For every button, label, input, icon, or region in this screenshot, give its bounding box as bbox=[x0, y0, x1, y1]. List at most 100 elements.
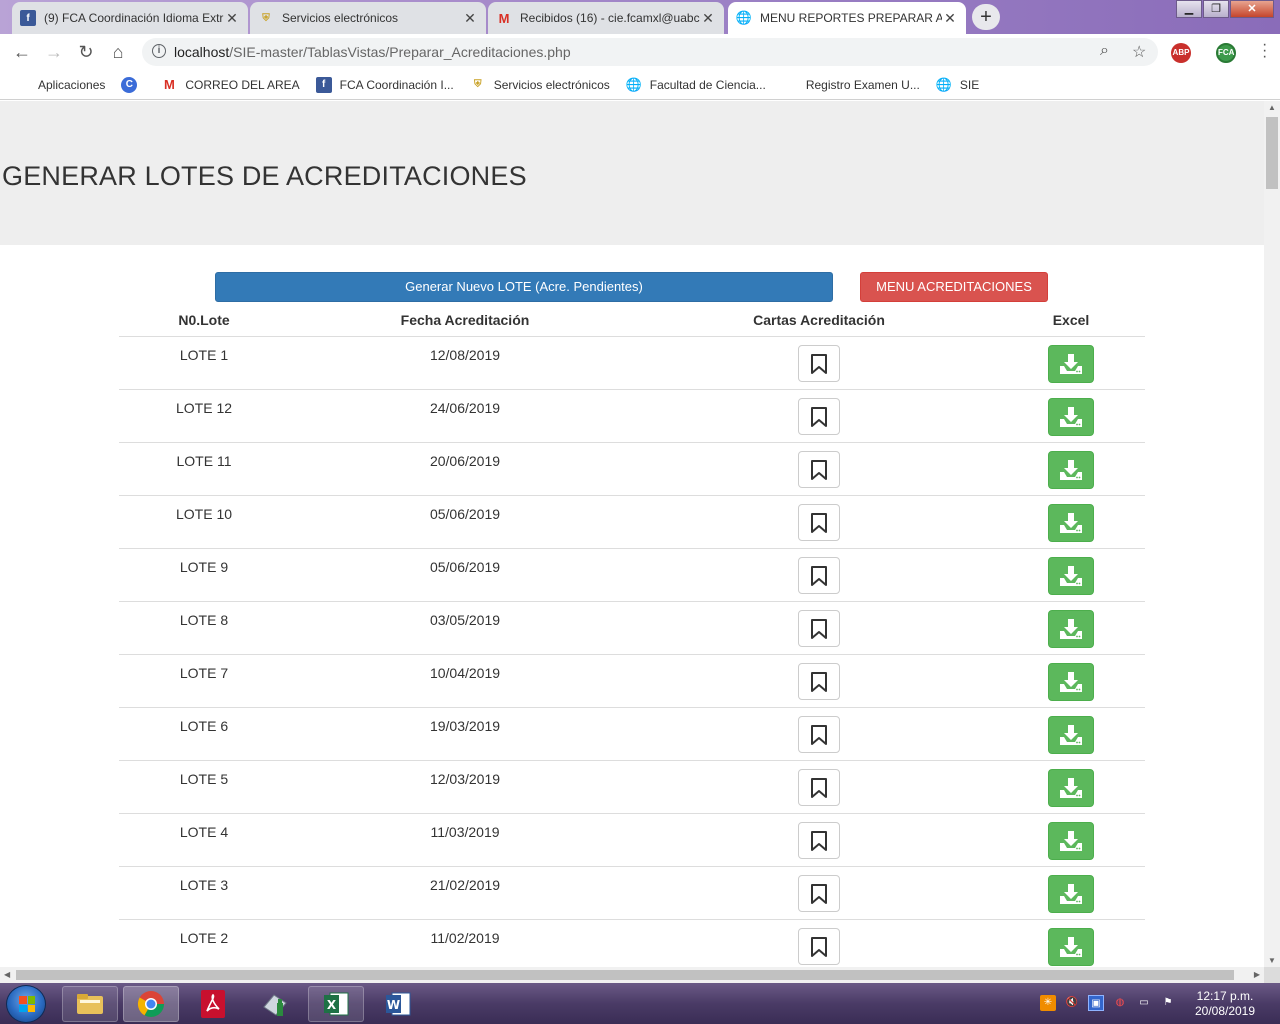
cartas-acreditacion-button[interactable] bbox=[798, 663, 840, 700]
fca-avatar-icon[interactable]: FCA bbox=[1216, 43, 1236, 63]
taskbar-setup-tool[interactable] bbox=[247, 986, 303, 1022]
close-icon[interactable]: ✕ bbox=[224, 10, 240, 27]
shield-crest-icon: ⛨ bbox=[473, 79, 482, 90]
cartas-acreditacion-button[interactable] bbox=[798, 398, 840, 435]
horizontal-scroll-thumb[interactable] bbox=[16, 970, 1234, 980]
file-explorer-icon bbox=[77, 994, 103, 1014]
network-icon[interactable]: ▣ bbox=[1088, 995, 1104, 1011]
globe-icon: 🌐 bbox=[935, 76, 952, 92]
home-icon[interactable]: ⌂ bbox=[106, 40, 130, 64]
excel-download-button[interactable] bbox=[1048, 345, 1094, 383]
flag-icon[interactable]: ⚑ bbox=[1160, 995, 1176, 1011]
scroll-up-icon[interactable]: ▲ bbox=[1268, 103, 1276, 112]
cartas-acreditacion-button[interactable] bbox=[798, 822, 840, 859]
excel-download-button[interactable] bbox=[1048, 928, 1094, 966]
lote-number: LOTE 7 bbox=[179, 665, 229, 681]
security-shield-icon[interactable]: ◍ bbox=[1112, 995, 1128, 1011]
kebab-menu-icon[interactable]: · · · bbox=[1262, 37, 1267, 65]
cartas-acreditacion-button[interactable] bbox=[798, 504, 840, 541]
tab-title: MENU REPORTES PREPARAR ACR bbox=[760, 11, 942, 25]
lote-date: 05/06/2019 bbox=[429, 506, 501, 522]
info-icon[interactable]: i bbox=[152, 44, 166, 58]
cartas-acreditacion-button[interactable] bbox=[798, 345, 840, 382]
bookmark-c[interactable]: C bbox=[121, 76, 145, 93]
close-icon[interactable]: ✕ bbox=[942, 10, 958, 27]
tab-servicios[interactable]: ⛨ Servicios electrónicos ✕ bbox=[250, 2, 486, 34]
reload-icon[interactable]: ↻ bbox=[74, 40, 98, 64]
table-row: LOTE 7 10/04/2019 bbox=[119, 655, 1145, 708]
generate-new-lote-button[interactable]: Generar Nuevo LOTE (Acre. Pendientes) bbox=[215, 272, 833, 302]
scroll-down-icon[interactable]: ▼ bbox=[1268, 956, 1276, 965]
scroll-right-icon[interactable]: ▶ bbox=[1254, 970, 1260, 979]
taskbar-chrome[interactable] bbox=[123, 986, 179, 1022]
volume-muted-icon[interactable]: 🔇 bbox=[1064, 995, 1080, 1011]
taskbar-acrobat[interactable] bbox=[185, 986, 241, 1022]
excel-download-button[interactable] bbox=[1048, 822, 1094, 860]
zoom-search-icon[interactable]: ⌕ bbox=[1100, 42, 1109, 60]
cartas-acreditacion-button[interactable] bbox=[798, 451, 840, 488]
start-button[interactable] bbox=[6, 985, 46, 1023]
close-icon[interactable]: ✕ bbox=[700, 10, 716, 27]
cartas-acreditacion-button[interactable] bbox=[798, 716, 840, 753]
address-bar[interactable]: i localhost/SIE-master/TablasVistas/Prep… bbox=[142, 38, 1158, 66]
excel-download-button[interactable] bbox=[1048, 769, 1094, 807]
maximize-button[interactable]: ❐ bbox=[1203, 0, 1229, 18]
page-viewport: GENERAR LOTES DE ACREDITACIONES Generar … bbox=[0, 101, 1264, 967]
cartas-acreditacion-button[interactable] bbox=[798, 769, 840, 806]
excel-download-button[interactable] bbox=[1048, 610, 1094, 648]
lote-date: 03/05/2019 bbox=[429, 612, 501, 628]
forward-arrow-icon[interactable]: → bbox=[42, 40, 66, 64]
cartas-acreditacion-button[interactable] bbox=[798, 928, 840, 965]
star-icon[interactable]: ☆ bbox=[1132, 42, 1146, 62]
bookmark-fca[interactable]: f FCA Coordinación I... bbox=[315, 76, 454, 93]
bookmark-servicios[interactable]: ⛨ Servicios electrónicos bbox=[470, 77, 610, 93]
bookmark-registro[interactable]: Registro Examen U... bbox=[782, 77, 920, 93]
minimize-button[interactable]: ▁ bbox=[1176, 0, 1202, 18]
chrome-icon bbox=[137, 991, 165, 1018]
lote-date: 11/02/2019 bbox=[430, 930, 500, 946]
cartas-acreditacion-button[interactable] bbox=[798, 557, 840, 594]
lote-date: 12/03/2019 bbox=[429, 771, 501, 787]
clock-time: 12:17 p.m. bbox=[1196, 989, 1254, 1003]
xampp-icon[interactable]: ✳ bbox=[1040, 995, 1056, 1011]
taskbar-file-explorer[interactable] bbox=[62, 986, 118, 1022]
taskbar-excel[interactable]: X bbox=[308, 986, 364, 1022]
url-text[interactable]: localhost/SIE-master/TablasVistas/Prepar… bbox=[174, 44, 571, 60]
excel-download-button[interactable] bbox=[1048, 504, 1094, 542]
new-tab-button[interactable]: + bbox=[972, 4, 1000, 30]
excel-download-button[interactable] bbox=[1048, 716, 1094, 754]
vertical-scroll-thumb[interactable] bbox=[1266, 117, 1278, 189]
table-row: LOTE 3 21/02/2019 bbox=[119, 867, 1145, 920]
tab-facebook[interactable]: f (9) FCA Coordinación Idioma Extr ✕ bbox=[12, 2, 248, 34]
table-row: LOTE 11 20/06/2019 bbox=[119, 443, 1145, 496]
adblock-plus-icon[interactable]: ABP bbox=[1171, 43, 1191, 63]
excel-download-button[interactable] bbox=[1048, 875, 1094, 913]
menu-acreditaciones-button[interactable]: MENU ACREDITACIONES bbox=[860, 272, 1048, 302]
close-window-button[interactable]: ✕ bbox=[1230, 0, 1274, 18]
lote-number: LOTE 8 bbox=[179, 612, 229, 628]
excel-download-button[interactable] bbox=[1048, 398, 1094, 436]
vertical-scrollbar[interactable]: ▲ ▼ bbox=[1264, 101, 1280, 967]
table-row: LOTE 12 24/06/2019 bbox=[119, 390, 1145, 443]
scroll-left-icon[interactable]: ◀ bbox=[4, 970, 10, 979]
bookmark-sie[interactable]: 🌐 SIE bbox=[936, 77, 979, 93]
taskbar-clock[interactable]: 12:17 p.m. 20/08/2019 bbox=[1180, 989, 1270, 1019]
excel-download-button[interactable] bbox=[1048, 451, 1094, 489]
excel-download-button[interactable] bbox=[1048, 557, 1094, 595]
cartas-acreditacion-button[interactable] bbox=[798, 875, 840, 912]
back-arrow-icon[interactable]: ← bbox=[10, 40, 34, 64]
tab-menu-reportes[interactable]: 🌐 MENU REPORTES PREPARAR ACR ✕ bbox=[728, 2, 966, 34]
header-excel: Excel bbox=[1052, 312, 1090, 328]
tab-gmail[interactable]: M Recibidos (16) - cie.fcamxl@uabc ✕ bbox=[488, 2, 724, 34]
cartas-acreditacion-button[interactable] bbox=[798, 610, 840, 647]
bookmark-correo[interactable]: M CORREO DEL AREA bbox=[161, 77, 300, 93]
horizontal-scrollbar[interactable]: ◀ ▶ bbox=[0, 967, 1264, 983]
excel-download-button[interactable] bbox=[1048, 663, 1094, 701]
acrobat-icon bbox=[201, 990, 225, 1018]
bookmark-apps[interactable]: Aplicaciones bbox=[14, 77, 105, 93]
bookmark-facultad[interactable]: 🌐 Facultad de Ciencia... bbox=[626, 77, 766, 93]
display-icon[interactable]: ▭ bbox=[1136, 995, 1152, 1011]
taskbar-word[interactable]: W bbox=[370, 986, 426, 1022]
facebook-icon: f bbox=[315, 76, 332, 93]
close-icon[interactable]: ✕ bbox=[462, 10, 478, 27]
